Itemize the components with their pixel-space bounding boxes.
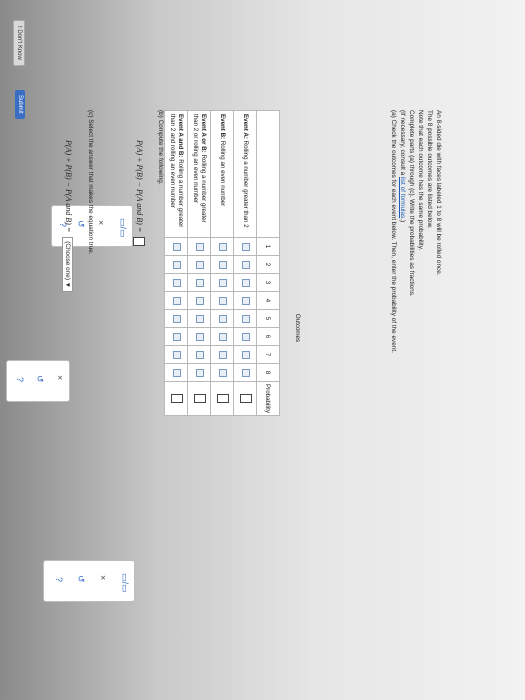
event-label: Event A and B: Rolling a number greater … [164, 110, 188, 238]
outcome-checkbox[interactable] [196, 332, 204, 341]
outcome-checkbox[interactable] [196, 278, 204, 287]
header-empty [256, 110, 280, 238]
outcome-checkbox[interactable] [196, 260, 204, 269]
help-icon[interactable]: ? [54, 577, 64, 582]
outcome-checkbox[interactable] [242, 314, 250, 323]
outcome-header-1: 1 [256, 237, 280, 256]
outcome-checkbox[interactable] [242, 278, 250, 287]
table-row: Event A: Rolling a number greater than 2 [233, 110, 257, 416]
intro-line-1: An 8-sided die with faces labeled 1 to 8… [435, 110, 442, 276]
outcome-checkbox[interactable] [219, 296, 227, 305]
formulas-link[interactable]: list of formulas [399, 177, 406, 218]
event-description: Rolling a number greater than 2 [242, 138, 249, 228]
intro-line-3: Note that each outcome has the same prob… [417, 110, 424, 251]
table-row: Event B: Rolling an even number [210, 110, 234, 416]
undo-icon[interactable]: ↺ [75, 575, 86, 583]
intro-text-end: .) [399, 218, 406, 223]
fraction-icon[interactable]: ▭/▭ [117, 218, 128, 238]
probability-input[interactable] [194, 394, 206, 403]
part-a-instruction: (a) Check the outcomes for each event be… [390, 110, 397, 353]
outcome-checkbox[interactable] [196, 296, 204, 305]
outcome-checkbox[interactable] [173, 278, 181, 287]
probability-input[interactable] [171, 394, 183, 403]
outcome-checkbox[interactable] [242, 368, 250, 377]
event-label: Event A: Rolling a number greater than 2 [233, 110, 257, 238]
outcome-checkbox[interactable] [242, 242, 250, 251]
probability-input[interactable] [240, 394, 252, 403]
outcome-checkbox[interactable] [242, 296, 250, 305]
outcomes-table: 1 2 3 4 5 6 7 8 Probability Event A: Rol… [164, 110, 280, 416]
event-name: Event A: [242, 114, 249, 139]
outcomes-header: Outcomes [294, 313, 301, 343]
outcome-header-8: 8 [256, 363, 280, 382]
help-icon[interactable]: ? [15, 377, 25, 382]
outcome-checkbox[interactable] [173, 314, 181, 323]
outcome-checkbox[interactable] [196, 314, 204, 323]
outcome-checkbox[interactable] [173, 350, 181, 359]
choose-dropdown[interactable]: (Choose one) ▼ [62, 237, 73, 293]
formula-b: P(A) + P(B) − P(A and B) = [133, 140, 145, 247]
outcome-checkbox[interactable] [242, 350, 250, 359]
outcome-checkbox[interactable] [242, 332, 250, 341]
formula-c-text: P(A) + P(B) − P(A and B) = [64, 140, 73, 233]
photo-frame: An 8-sided die with faces labeled 1 to 8… [0, 0, 525, 700]
outcome-checkbox[interactable] [173, 260, 181, 269]
submit-button[interactable]: Submit [15, 90, 25, 119]
event-name: Event A and B: [177, 114, 184, 158]
undo-icon[interactable]: ↺ [34, 375, 45, 383]
clear-icon[interactable]: × [98, 575, 108, 580]
outcome-header-5: 5 [256, 309, 280, 328]
event-name: Event A or B: [200, 114, 207, 153]
event-label: Event B: Rolling an even number [210, 110, 234, 238]
clear-icon[interactable]: × [55, 375, 65, 380]
rotated-page: An 8-sided die with faces labeled 1 to 8… [0, 0, 525, 700]
outcome-checkbox[interactable] [196, 350, 204, 359]
outcome-checkbox[interactable] [219, 314, 227, 323]
outcome-header-6: 6 [256, 327, 280, 346]
intro-text: (If necessary, consult a [399, 110, 406, 178]
outcome-checkbox[interactable] [219, 368, 227, 377]
event-label: Event A or B: Rolling a number greater t… [187, 110, 211, 238]
formula-b-input[interactable] [133, 237, 145, 247]
outcome-checkbox[interactable] [219, 278, 227, 287]
probability-header: Probability [256, 381, 280, 416]
intro-line-5: (If necessary, consult a list of formula… [398, 110, 407, 222]
outcome-checkbox[interactable] [173, 242, 181, 251]
dont-know-button[interactable]: I Don't Know [13, 20, 25, 66]
outcome-header-4: 4 [256, 291, 280, 310]
intro-line-4: Complete parts (a) through (c). Write th… [408, 110, 415, 297]
answer-toolbar: ▭/▭ × ↺ ? [43, 560, 135, 602]
outcome-checkbox[interactable] [219, 260, 227, 269]
part-b-instruction: (b) Compute the following. [157, 110, 164, 185]
probability-input[interactable] [217, 394, 229, 403]
table-row: Event A and B: Rolling a number greater … [164, 110, 188, 416]
outcome-checkbox[interactable] [219, 332, 227, 341]
answer-toolbar-c: × ↺ ? [6, 360, 70, 402]
part-c-instruction: (c) Select the answer that makes the equ… [87, 110, 94, 255]
outcome-checkbox[interactable] [196, 242, 204, 251]
clear-icon[interactable]: × [96, 220, 106, 225]
outcome-checkbox[interactable] [173, 332, 181, 341]
table-row: Event A or B: Rolling a number greater t… [187, 110, 211, 416]
outcome-checkbox[interactable] [219, 242, 227, 251]
fraction-icon[interactable]: ▭/▭ [119, 573, 130, 593]
event-name: Event B: [219, 114, 226, 140]
outcome-checkbox[interactable] [242, 260, 250, 269]
table-header-row: 1 2 3 4 5 6 7 8 Probability [256, 110, 280, 416]
outcome-checkbox[interactable] [173, 296, 181, 305]
outcome-header-2: 2 [256, 255, 280, 274]
outcome-checkbox[interactable] [173, 368, 181, 377]
intro-line-2: The 8 possible outcomes are listed below… [426, 110, 433, 229]
formula-b-text: P(A) + P(B) − P(A and B) = [135, 140, 145, 233]
outcome-checkbox[interactable] [219, 350, 227, 359]
outcome-header-7: 7 [256, 345, 280, 364]
formula-c: P(A) + P(B) − P(A and B) = (Choose one) … [62, 140, 73, 293]
outcome-header-3: 3 [256, 273, 280, 292]
outcome-checkbox[interactable] [196, 368, 204, 377]
undo-icon[interactable]: ↺ [75, 220, 86, 228]
event-description: Rolling an even number [219, 139, 226, 207]
